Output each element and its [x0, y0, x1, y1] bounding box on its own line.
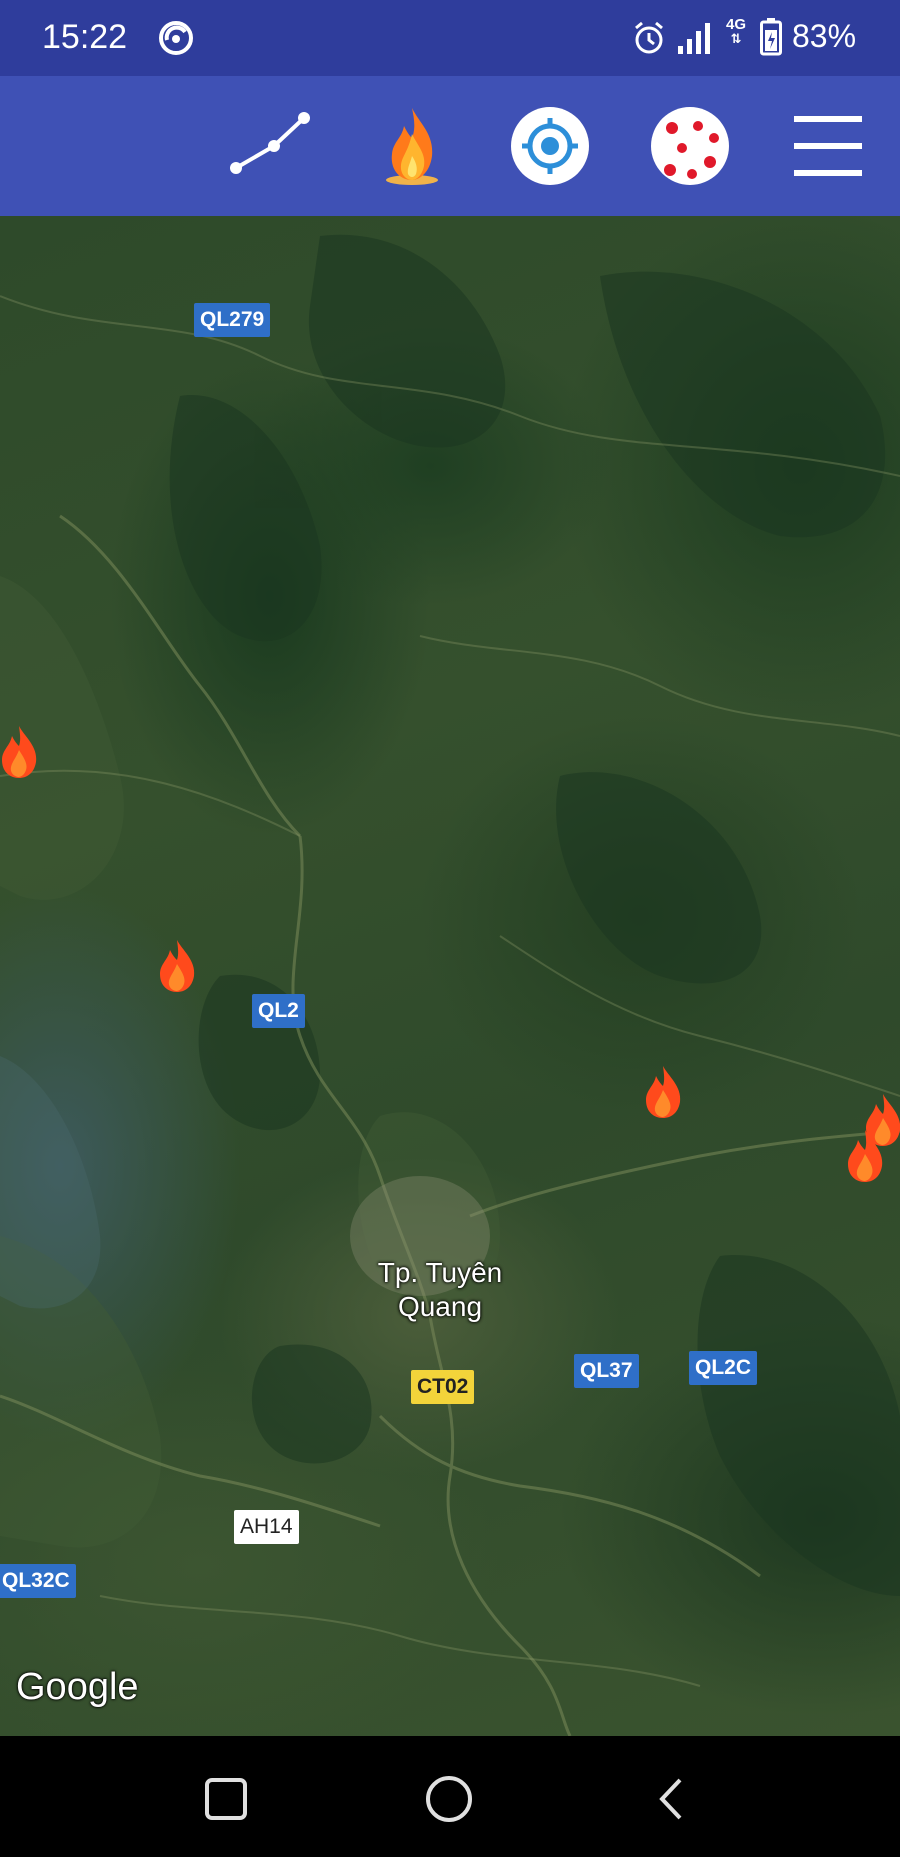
- fire-marker-icon[interactable]: [842, 1128, 888, 1184]
- home-icon[interactable]: [424, 1774, 474, 1824]
- my-location-icon[interactable]: [508, 104, 592, 188]
- road-label-ql32c: QL32C: [0, 1564, 76, 1598]
- city-label: Tp. Tuyên Quang: [377, 1257, 503, 1322]
- google-attribution: Google: [16, 1666, 139, 1708]
- toolbar: [0, 76, 900, 216]
- fire-marker-icon[interactable]: [640, 1064, 686, 1120]
- status-time: 15:22: [42, 18, 128, 56]
- network-type: 4G ⇅: [723, 17, 749, 46]
- menu-icon[interactable]: [790, 104, 866, 188]
- road-label-ql279: QL279: [194, 303, 271, 337]
- back-icon[interactable]: [648, 1774, 698, 1824]
- recents-icon[interactable]: [201, 1774, 251, 1824]
- signal-icon: [678, 23, 710, 54]
- measure-distance-icon[interactable]: [228, 104, 312, 188]
- road-label-ql2c: QL2C: [689, 1351, 758, 1385]
- map-view[interactable]: QL279 QL2 QL37 QL2C CT02 AH14 QL32C Tp. …: [0, 216, 900, 1736]
- road-label-ah14: AH14: [234, 1510, 299, 1544]
- fire-marker-icon[interactable]: [0, 724, 42, 780]
- data-arrows-icon: ⇅: [730, 31, 742, 46]
- navigation-bar: [0, 1736, 900, 1857]
- fire-icon[interactable]: [370, 104, 454, 188]
- alarm-icon: [635, 21, 663, 54]
- battery-percent: 83%: [792, 18, 857, 54]
- fire-marker-icon[interactable]: [154, 938, 200, 994]
- app-notification-icon: [159, 21, 193, 55]
- battery-icon: [760, 18, 782, 56]
- hotspots-icon[interactable]: [648, 104, 732, 188]
- road-label-ct02: CT02: [411, 1370, 475, 1404]
- road-label-ql37: QL37: [574, 1354, 639, 1388]
- satellite-terrain: [0, 234, 900, 1736]
- status-bar: 15:22 4G ⇅ 83%: [0, 0, 900, 76]
- road-label-ql2: QL2: [252, 994, 305, 1028]
